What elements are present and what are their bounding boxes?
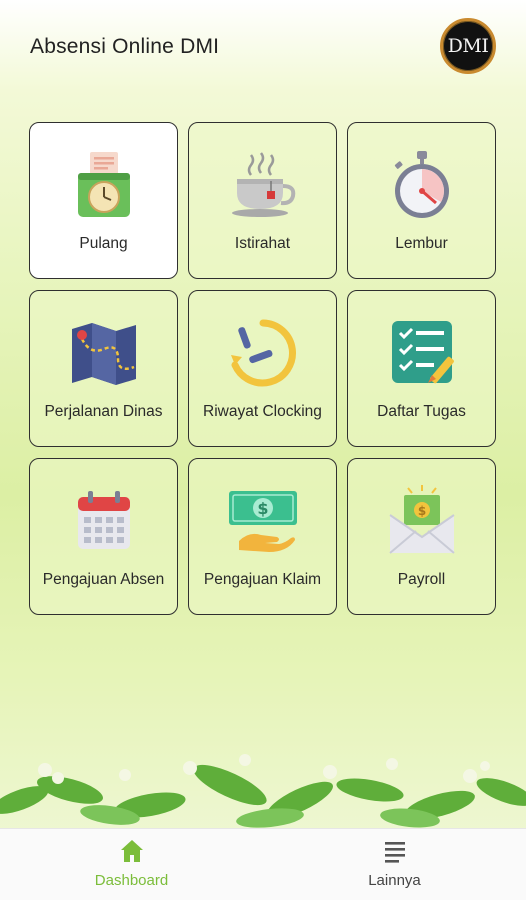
stopwatch-icon <box>394 151 449 218</box>
menu-tile-pengajuan-absen[interactable]: Pengajuan Absen <box>29 458 178 615</box>
money-hand-icon: $ <box>228 491 297 552</box>
menu-tile-label: Pengajuan Absen <box>42 571 165 588</box>
avatar-logo-text: DMI <box>447 35 489 57</box>
money-envelope-icon: $ <box>388 485 455 554</box>
map-icon <box>71 323 136 385</box>
svg-text:$: $ <box>257 499 268 518</box>
menu-tile-istirahat[interactable]: Istirahat <box>188 122 337 279</box>
menu-tile-label: Daftar Tugas <box>377 403 466 420</box>
history-clock-icon <box>230 319 296 387</box>
nav-dashboard-label: Dashboard <box>94 872 169 889</box>
nav-dashboard[interactable]: Dashboard <box>0 829 263 900</box>
time-clock-icon <box>77 152 130 217</box>
menu-tile-payroll[interactable]: $ Payroll <box>347 458 496 615</box>
profile-avatar[interactable]: DMI <box>440 18 496 74</box>
menu-tile-daftar-tugas[interactable]: Daftar Tugas <box>347 290 496 447</box>
app-header: Absensi Online DMI DMI <box>0 0 526 96</box>
checklist-icon <box>391 321 454 384</box>
bottom-navigation: Dashboard Lainnya <box>0 828 526 900</box>
calendar-icon <box>77 491 130 549</box>
home-icon <box>120 840 143 862</box>
menu-tile-label: Payroll <box>397 571 446 588</box>
decorative-leaves <box>0 754 526 828</box>
menu-tile-label: Perjalanan Dinas <box>44 403 163 420</box>
menu-tile-label: Pulang <box>79 235 128 252</box>
menu-lines-icon <box>384 842 405 863</box>
menu-tile-pulang[interactable]: Pulang <box>29 122 178 279</box>
menu-tile-perjalanan-dinas[interactable]: Perjalanan Dinas <box>29 290 178 447</box>
app-title: Absensi Online DMI <box>30 35 220 58</box>
nav-lainnya-label: Lainnya <box>368 872 421 889</box>
menu-tile-riwayat-clocking[interactable]: Riwayat Clocking <box>188 290 337 447</box>
menu-tile-label: Pengajuan Klaim <box>203 571 322 588</box>
svg-text:$: $ <box>417 504 425 518</box>
menu-tile-lembur[interactable]: Lembur <box>347 122 496 279</box>
nav-lainnya[interactable]: Lainnya <box>263 829 526 900</box>
coffee-cup-icon <box>231 152 295 217</box>
menu-tile-label: Riwayat Clocking <box>203 403 322 420</box>
menu-tile-pengajuan-klaim[interactable]: $ Pengajuan Klaim <box>188 458 337 615</box>
menu-tile-label: Lembur <box>395 235 448 252</box>
menu-tile-label: Istirahat <box>234 235 291 252</box>
menu-grid: Pulang Istirahat Lembur Perjalanan Dinas… <box>29 122 498 615</box>
